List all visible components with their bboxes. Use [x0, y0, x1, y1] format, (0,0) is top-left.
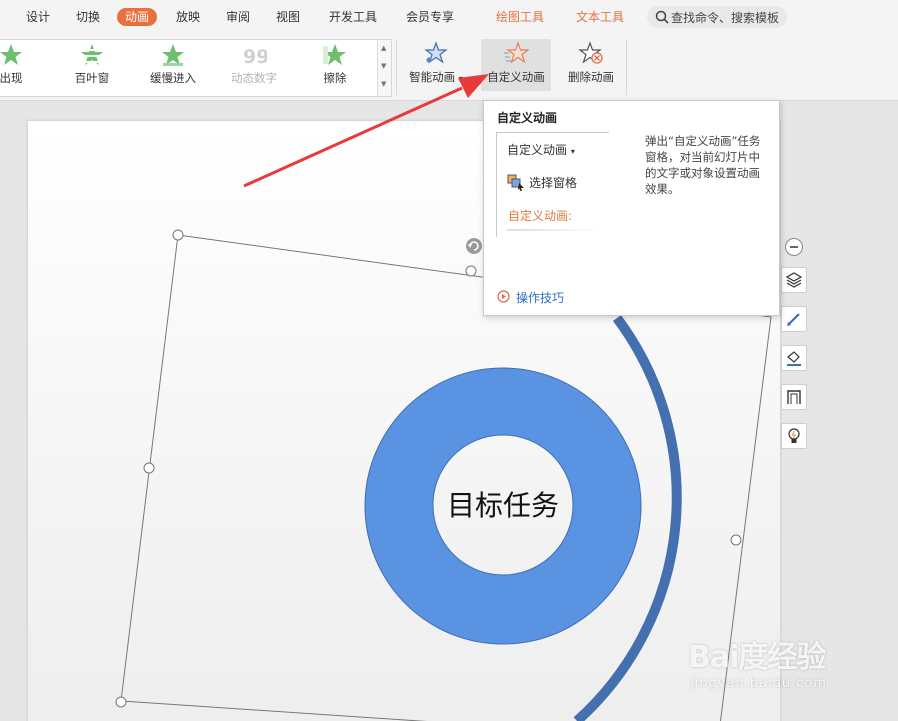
gallery-label-wipe: 擦除 [323, 71, 347, 85]
smart-animation-label: 智能动画 ▾ [409, 70, 463, 84]
resize-handle[interactable] [730, 534, 742, 546]
tab-text-tools[interactable]: 文本工具 [576, 9, 624, 25]
smart-animation-icon [424, 41, 448, 64]
selection-pane-icon [507, 174, 524, 191]
star-blinds-icon [81, 44, 103, 65]
star-appear-icon [0, 44, 22, 65]
custom-animation-tooltip: 自定义动画 自定义动画 ▾ 选择窗格 自定义动画: 弹出“自定义动画”任务窗格，… [483, 100, 780, 316]
gallery-label-appear: 出现 [0, 71, 23, 85]
smart-animation-button[interactable]: 智能动画 ▾ [403, 39, 469, 91]
smart-tips-button[interactable] [781, 423, 807, 449]
resize-handle[interactable] [143, 462, 155, 474]
tooltip-preview: 自定义动画 ▾ 选择窗格 自定义动画: [496, 132, 609, 237]
gallery-label-blinds: 百叶窗 [74, 71, 110, 85]
ribbon: 出现 百叶窗 缓慢进入 99 动态数字 擦除 ▲ ▼ ▼ 智能动画 ▾ 自定义动… [0, 35, 898, 101]
ribbon-separator [396, 39, 397, 95]
delete-animation-label: 删除动画 [568, 70, 614, 84]
gallery-item-blinds[interactable]: 百叶窗 [52, 42, 132, 86]
gallery-expand-icon[interactable]: ▼ [381, 80, 386, 88]
resize-handle[interactable] [172, 229, 184, 241]
ring-center-text[interactable]: 目标任务 [420, 484, 586, 524]
lightbulb-icon [788, 428, 800, 443]
search-box[interactable]: 查找命令、搜索模板 [647, 6, 787, 28]
collapse-toolbar-icon[interactable] [785, 238, 803, 256]
scroll-up-icon[interactable]: ▲ [381, 44, 386, 52]
delete-animation-button[interactable]: 删除动画 [563, 39, 619, 91]
preview-dropdown: 自定义动画 ▾ [507, 143, 575, 157]
tab-animation[interactable]: 动画 [117, 8, 158, 26]
gallery-item-dynamic-number[interactable]: 99 动态数字 [214, 42, 294, 86]
scroll-down-icon[interactable]: ▼ [381, 62, 386, 70]
tab-view[interactable]: 视图 [276, 9, 300, 25]
gallery-item-wipe[interactable]: 擦除 [295, 42, 375, 86]
tab-design[interactable]: 设计 [26, 9, 50, 25]
resize-handle[interactable] [115, 696, 127, 708]
rotate-handle-icon[interactable] [466, 238, 482, 254]
gallery-scrollbar[interactable]: ▲ ▼ ▼ [377, 40, 391, 96]
gallery-label-crawl-in: 缓慢进入 [150, 71, 196, 85]
gallery-item-crawl-in[interactable]: 缓慢进入 [133, 42, 213, 86]
ribbon-separator [626, 39, 627, 95]
chevron-down-icon: ▾ [570, 147, 575, 156]
tab-member[interactable]: 会员专享 [406, 9, 454, 25]
animation-gallery: 出现 百叶窗 缓慢进入 99 动态数字 擦除 ▲ ▼ ▼ [0, 39, 392, 97]
search-placeholder: 查找命令、搜索模板 [671, 11, 780, 25]
outline-icon [787, 390, 801, 404]
tab-transition[interactable]: 切换 [76, 9, 100, 25]
resize-handle[interactable] [465, 265, 477, 277]
chevron-down-icon: ▾ [458, 74, 463, 83]
layers-icon [785, 272, 803, 288]
fill-button[interactable] [781, 345, 807, 371]
tab-drawing-tools[interactable]: 绘图工具 [496, 9, 544, 25]
tooltip-description: 弹出“自定义动画”任务窗格，对当前幻灯片中的文字或对象设置动画效果。 [645, 134, 761, 196]
gallery-label-dynamic-number: 动态数字 [231, 71, 277, 85]
outline-button[interactable] [781, 384, 807, 410]
paint-bucket-icon [787, 351, 801, 366]
search-icon [655, 10, 669, 24]
star-wipe-icon [323, 44, 346, 65]
custom-animation-icon [504, 41, 529, 64]
pen-icon [787, 313, 800, 326]
star-crawl-in-icon [162, 44, 184, 66]
menu-bar: 设计 切换 动画 放映 审阅 视图 开发工具 会员专享 绘图工具 文本工具 查找… [0, 0, 898, 35]
format-brush-button[interactable] [781, 306, 807, 332]
tab-slideshow[interactable]: 放映 [176, 9, 200, 25]
layers-button[interactable] [781, 267, 807, 293]
custom-animation-button[interactable]: 自定义动画 [481, 39, 551, 91]
tab-developer-tools[interactable]: 开发工具 [329, 9, 377, 25]
play-circle-icon [497, 290, 510, 303]
dynamic-number-icon: 99 [243, 46, 267, 68]
gallery-item-appear[interactable]: 出现 [0, 42, 51, 86]
tab-review[interactable]: 审阅 [226, 9, 250, 25]
delete-animation-icon [578, 41, 603, 64]
preview-fade-line [507, 229, 602, 231]
tooltip-title: 自定义动画 [497, 111, 558, 125]
preview-custom-label: 自定义动画: [508, 209, 573, 223]
svg-text:99: 99 [243, 46, 267, 68]
custom-animation-label: 自定义动画 [487, 70, 545, 84]
